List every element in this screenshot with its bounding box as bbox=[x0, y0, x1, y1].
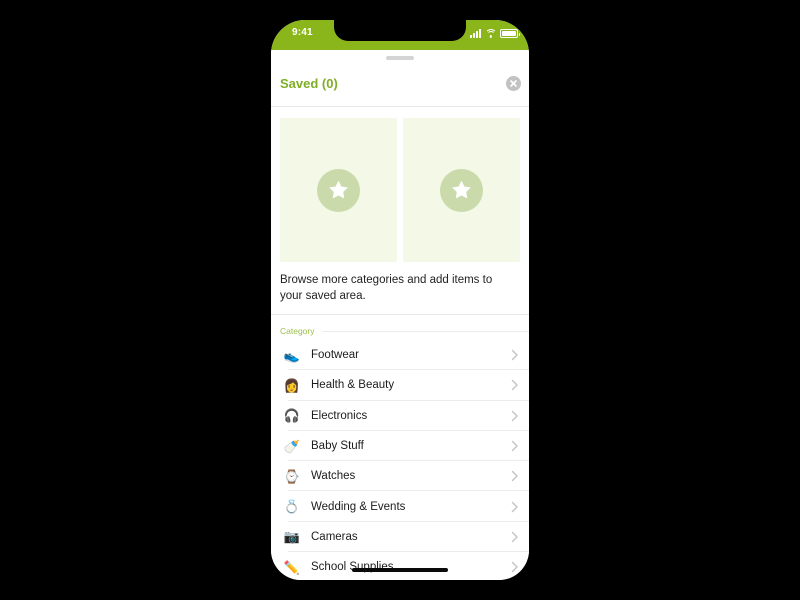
category-row-wedding-events[interactable]: 💍 Wedding & Events bbox=[271, 491, 529, 523]
wifi-icon bbox=[484, 29, 497, 38]
cellular-signal-icon bbox=[470, 29, 481, 38]
category-label: Wedding & Events bbox=[311, 500, 406, 513]
baby-bottle-icon: 🍼 bbox=[283, 438, 301, 454]
sheet-drag-handle[interactable] bbox=[386, 56, 414, 60]
chevron-right-icon bbox=[511, 349, 519, 361]
page-title: Saved (0) bbox=[280, 76, 338, 91]
category-label: Baby Stuff bbox=[311, 440, 364, 453]
category-list: 👟 Footwear 👩 Health & Beauty 🎧 Electroni… bbox=[271, 340, 529, 580]
device-notch bbox=[334, 20, 466, 41]
close-button[interactable] bbox=[506, 76, 521, 91]
category-section-label: Category bbox=[280, 326, 315, 336]
saved-sheet: Saved (0) Browse more categories and add… bbox=[271, 50, 529, 580]
category-row-electronics[interactable]: 🎧 Electronics bbox=[271, 401, 529, 432]
category-label: Electronics bbox=[311, 409, 368, 422]
chevron-right-icon bbox=[511, 470, 519, 482]
pencil-icon: ✏️ bbox=[283, 559, 301, 575]
category-label: Watches bbox=[311, 470, 356, 483]
category-row-health-beauty[interactable]: 👩 Health & Beauty bbox=[271, 370, 529, 401]
watch-icon: ⌚ bbox=[283, 468, 301, 484]
chevron-right-icon bbox=[511, 379, 519, 391]
status-bar-icons bbox=[470, 29, 520, 38]
section-divider bbox=[271, 314, 529, 315]
person-icon: 👩 bbox=[283, 377, 301, 393]
camera-icon: 📷 bbox=[283, 529, 301, 545]
ring-icon: 💍 bbox=[283, 499, 301, 515]
saved-placeholder-card[interactable] bbox=[403, 118, 520, 262]
battery-icon bbox=[500, 29, 520, 38]
headphones-icon: 🎧 bbox=[283, 408, 301, 424]
home-indicator[interactable] bbox=[352, 568, 448, 572]
chevron-right-icon bbox=[511, 410, 519, 422]
category-label: Cameras bbox=[311, 530, 358, 543]
phone-frame: 9:41 Saved (0) Browse more categories an… bbox=[271, 20, 529, 580]
category-row-baby-stuff[interactable]: 🍼 Baby Stuff bbox=[271, 431, 529, 462]
saved-placeholder-card[interactable] bbox=[280, 118, 397, 262]
saved-placeholder-grid bbox=[271, 107, 529, 262]
chevron-right-icon bbox=[511, 531, 519, 543]
category-row-watches[interactable]: ⌚ Watches bbox=[271, 461, 529, 492]
screenshot-stage: 9:41 Saved (0) Browse more categories an… bbox=[0, 0, 800, 600]
category-row-school-supplies[interactable]: ✏️ School Supplies bbox=[271, 552, 529, 580]
status-bar-time: 9:41 bbox=[292, 27, 313, 38]
shoe-icon: 👟 bbox=[283, 347, 301, 363]
category-row-footwear[interactable]: 👟 Footwear bbox=[271, 340, 529, 371]
sheet-header: Saved (0) bbox=[271, 50, 529, 107]
category-section-header: Category bbox=[280, 326, 529, 336]
category-label: Health & Beauty bbox=[311, 379, 395, 392]
star-icon bbox=[317, 168, 360, 212]
chevron-right-icon bbox=[511, 440, 519, 452]
category-header-rule bbox=[321, 330, 529, 332]
category-row-cameras[interactable]: 📷 Cameras bbox=[271, 522, 529, 553]
empty-state-message: Browse more categories and add items to … bbox=[280, 274, 493, 302]
category-label: Footwear bbox=[311, 349, 359, 362]
chevron-right-icon bbox=[511, 561, 519, 573]
star-icon bbox=[440, 168, 483, 212]
chevron-right-icon bbox=[511, 501, 519, 513]
